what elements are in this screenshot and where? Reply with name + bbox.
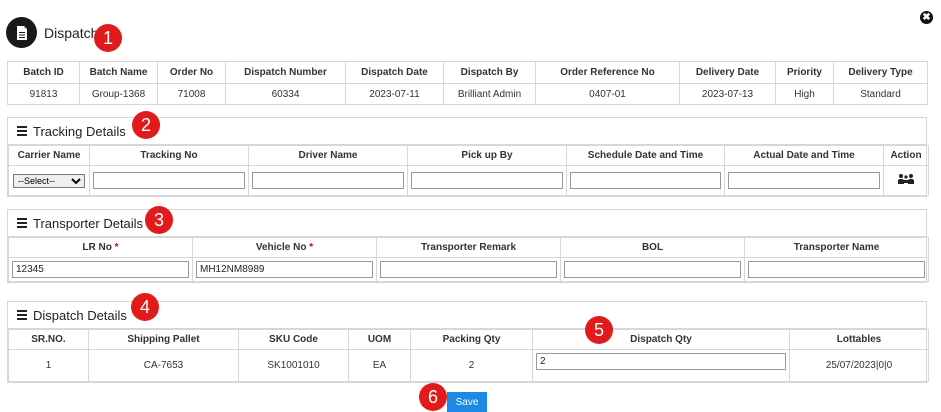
list-icon <box>17 308 27 322</box>
batch-id-cell: 91813 <box>7 83 80 105</box>
dispatch-number-cell: 60334 <box>225 83 346 105</box>
annotation-badge: 1 <box>94 24 122 52</box>
pickup-by-input[interactable] <box>411 172 563 189</box>
annotation-badge: 5 <box>585 316 613 344</box>
driver-name-input[interactable] <box>252 172 404 189</box>
annotation-badge: 2 <box>132 111 160 139</box>
actual-datetime-input[interactable] <box>728 172 880 189</box>
column-header: Action <box>883 145 929 166</box>
vehicle-no-input[interactable] <box>196 261 373 278</box>
column-header: Delivery Date <box>679 61 776 84</box>
column-header: Batch Name <box>79 61 158 84</box>
column-header: UOM <box>348 329 411 350</box>
column-header: Driver Name <box>248 145 408 166</box>
delivery-date-cell: 2023-07-13 <box>679 83 776 105</box>
priority-cell: High <box>775 83 834 105</box>
column-header: Transporter Name <box>744 237 929 258</box>
schedule-datetime-input[interactable] <box>570 172 721 189</box>
modal-title: Dispatch <box>44 25 99 41</box>
section-title: Transporter Details <box>33 215 144 231</box>
sku-code-cell: SK1001010 <box>238 349 349 382</box>
table-row: 1 CA-7653 SK1001010 EA 2 25/07/2023|0|0 <box>8 349 929 382</box>
document-icon <box>6 17 37 48</box>
table-header-row: LR No * Vehicle No * Transporter Remark … <box>8 237 929 258</box>
order-reference-cell: 0407-01 <box>535 83 680 105</box>
annotation-badge: 6 <box>419 383 447 411</box>
column-header: SR.NO. <box>8 329 89 350</box>
column-header: Dispatch Qty <box>532 329 790 350</box>
column-header: Actual Date and Time <box>724 145 884 166</box>
assign-people-icon[interactable] <box>897 174 915 188</box>
required-marker: * <box>309 242 314 253</box>
sr-no-cell: 1 <box>8 349 89 382</box>
column-header: Transporter Remark <box>376 237 561 258</box>
list-icon <box>17 216 27 230</box>
order-no-cell: 71008 <box>157 83 226 105</box>
table-row: --Select-- <box>8 165 929 196</box>
delivery-type-cell: Standard <box>833 83 928 105</box>
column-header: Delivery Type <box>833 61 928 84</box>
table-header-row: SR.NO. Shipping Pallet SKU Code UOM Pack… <box>8 329 929 350</box>
shipping-pallet-cell: CA-7653 <box>88 349 239 382</box>
column-header: SKU Code <box>238 329 349 350</box>
lottables-cell: 25/07/2023|0|0 <box>789 349 929 382</box>
column-header: Batch ID <box>7 61 80 84</box>
column-header: Pick up By <box>407 145 567 166</box>
dispatch-by-cell: Brilliant Admin <box>443 83 536 105</box>
section-title: Tracking Details <box>33 123 126 139</box>
column-header: Order No <box>157 61 226 84</box>
bol-input[interactable] <box>564 261 741 278</box>
dispatch-qty-input[interactable] <box>536 353 786 370</box>
column-header: Packing Qty <box>410 329 533 350</box>
column-header: Shipping Pallet <box>88 329 239 350</box>
transporter-name-input[interactable] <box>748 261 925 278</box>
uom-cell: EA <box>348 349 411 382</box>
required-marker: * <box>114 242 119 253</box>
section-title: Dispatch Details <box>33 307 127 323</box>
batch-summary-table: Batch ID Batch Name Order No Dispatch Nu… <box>7 61 928 105</box>
table-row <box>8 257 929 282</box>
batch-name-cell: Group-1368 <box>79 83 158 105</box>
column-header: Tracking No <box>89 145 249 166</box>
dispatch-date-cell: 2023-07-11 <box>345 83 444 105</box>
tracking-no-input[interactable] <box>93 172 245 189</box>
lr-no-input[interactable] <box>12 261 189 278</box>
column-header: Priority <box>775 61 834 84</box>
annotation-badge: 3 <box>145 206 173 234</box>
modal-header: Dispatch ✖ <box>6 11 933 49</box>
table-header-row: Carrier Name Tracking No Driver Name Pic… <box>8 145 929 166</box>
carrier-name-select[interactable]: --Select-- <box>13 173 85 188</box>
save-button[interactable]: Save <box>447 392 487 412</box>
column-header: Dispatch Number <box>225 61 346 84</box>
column-header: Vehicle No <box>255 242 307 253</box>
column-header: Schedule Date and Time <box>566 145 725 166</box>
column-header: Lottables <box>789 329 929 350</box>
annotation-badge: 4 <box>131 293 159 321</box>
column-header: Carrier Name <box>8 145 90 166</box>
column-header: Order Reference No <box>535 61 680 84</box>
column-header: BOL <box>560 237 745 258</box>
transporter-remark-input[interactable] <box>380 261 557 278</box>
table-row: 91813 Group-1368 71008 60334 2023-07-11 … <box>7 83 928 105</box>
list-icon <box>17 124 27 138</box>
column-header: Dispatch Date <box>345 61 444 84</box>
close-icon[interactable]: ✖ <box>920 11 933 24</box>
column-header: LR No <box>82 242 112 253</box>
column-header: Dispatch By <box>443 61 536 84</box>
table-header-row: Batch ID Batch Name Order No Dispatch Nu… <box>7 61 928 84</box>
packing-qty-cell: 2 <box>410 349 533 382</box>
